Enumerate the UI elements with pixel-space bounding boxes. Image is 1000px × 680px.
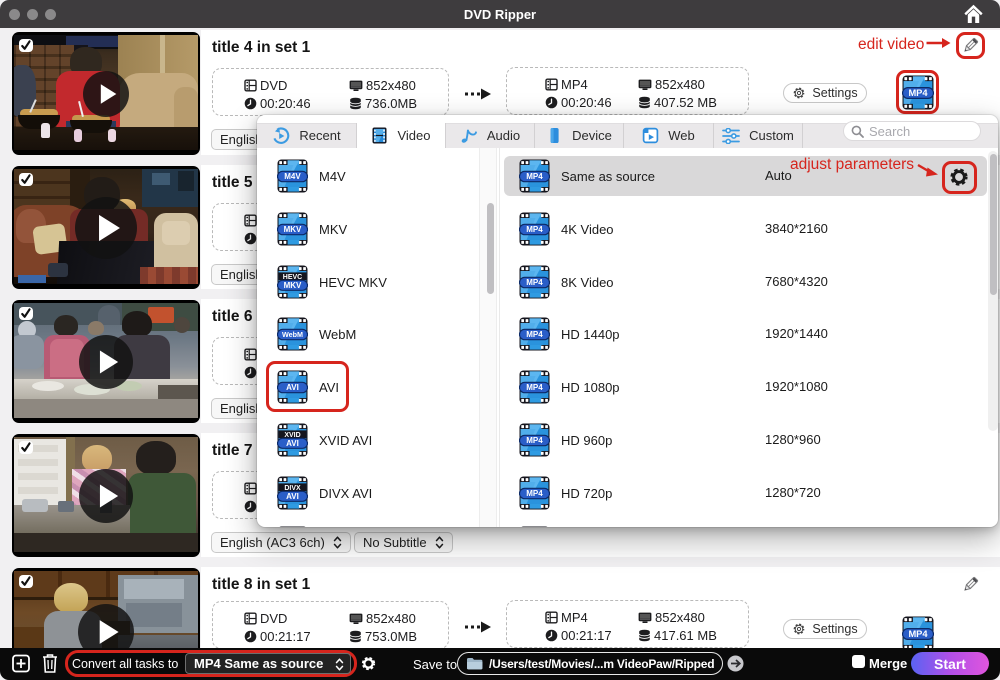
svg-text:MP4: MP4 <box>526 172 543 181</box>
svg-text:MP4: MP4 <box>526 489 543 498</box>
svg-text:AVI: AVI <box>286 439 299 448</box>
svg-text:MP4: MP4 <box>526 330 543 339</box>
svg-text:MP4: MP4 <box>526 436 543 445</box>
svg-text:M4V: M4V <box>284 172 301 181</box>
svg-text:MP4: MP4 <box>526 225 543 234</box>
svg-text:MP4: MP4 <box>526 383 543 392</box>
svg-text:MP4: MP4 <box>908 629 928 639</box>
svg-text:WebM: WebM <box>282 330 303 339</box>
svg-text:MP4: MP4 <box>526 278 543 287</box>
svg-text:AVI: AVI <box>286 492 299 501</box>
svg-text:MKV: MKV <box>284 281 302 290</box>
svg-text:MKV: MKV <box>284 225 302 234</box>
